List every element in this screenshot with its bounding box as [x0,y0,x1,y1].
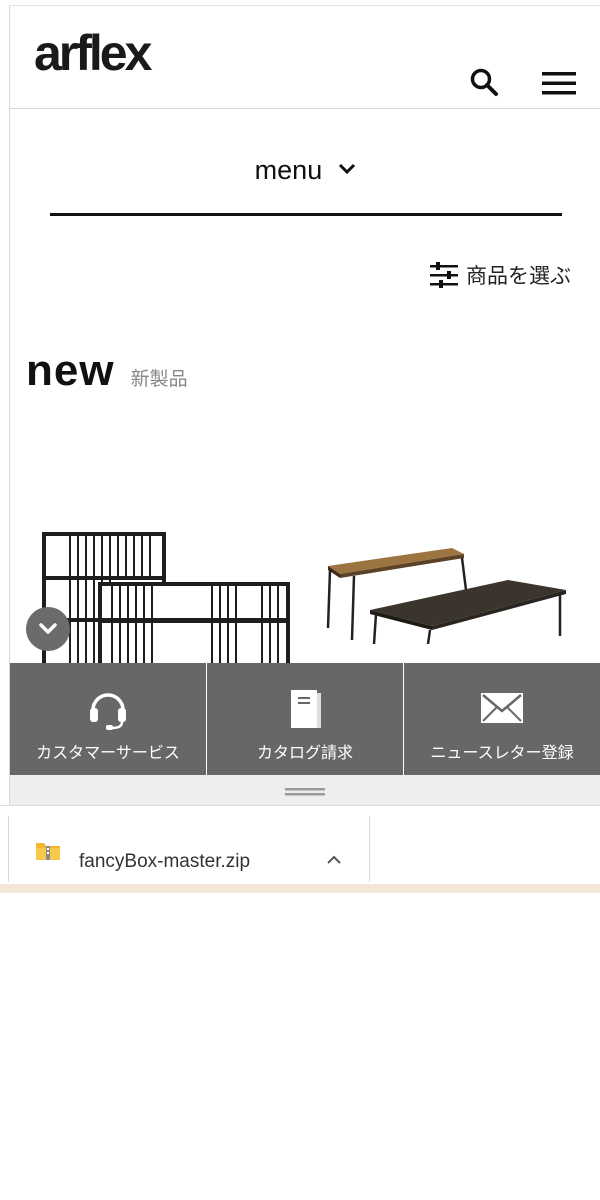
sliders-icon [430,262,458,288]
quick-link-label: カタログ請求 [256,743,353,762]
envelope-icon [479,685,525,731]
table-product-image[interactable] [322,544,572,648]
hamburger-icon [542,72,576,95]
shelf-product-image[interactable] [40,530,300,669]
chevron-down-icon [337,161,357,180]
download-filename: fancyBox-master.zip [79,851,251,872]
zip-folder-icon [36,843,60,860]
select-product-filter[interactable]: 商品を選ぶ [430,258,571,292]
headset-icon [86,685,130,731]
menu-dropdown-toggle[interactable]: menu [50,143,562,216]
download-bar-bottom-strip [0,884,600,893]
quick-link-label: カスタマーサービス [36,743,180,762]
newsletter-signup-link[interactable]: ニュースレター登録 [404,663,600,775]
quick-link-label: ニュースレター登録 [430,743,574,762]
section-title-en: new [26,346,115,395]
browser-viewport: arflex menu 商品を選ぶ new 新製品 カスタマーサービス カタログ… [9,5,600,806]
chevron-down-icon [39,623,57,634]
download-shelf: fancyBox-master.zip [0,805,600,885]
download-item[interactable]: fancyBox-master.zip [8,816,370,882]
scroll-down-button[interactable] [26,607,70,651]
search-icon [470,68,498,96]
hamburger-menu-button[interactable] [542,70,578,98]
site-logo[interactable]: arflex [34,28,152,78]
filter-label: 商品を選ぶ [466,264,571,288]
chevron-up-icon[interactable] [325,854,343,866]
section-title-ja: 新製品 [130,368,188,390]
catalog-icon [287,685,323,731]
search-button[interactable] [468,66,502,100]
section-heading: new 新製品 [26,346,188,396]
drag-handle-icon [285,788,325,796]
drag-handle-strip[interactable] [10,775,600,806]
customer-service-link[interactable]: カスタマーサービス [10,663,207,775]
site-header: arflex [10,6,600,109]
catalog-request-link[interactable]: カタログ請求 [207,663,404,775]
menu-label: menu [254,155,323,185]
quick-links-bar: カスタマーサービス カタログ請求 ニュースレター登録 [10,663,600,775]
